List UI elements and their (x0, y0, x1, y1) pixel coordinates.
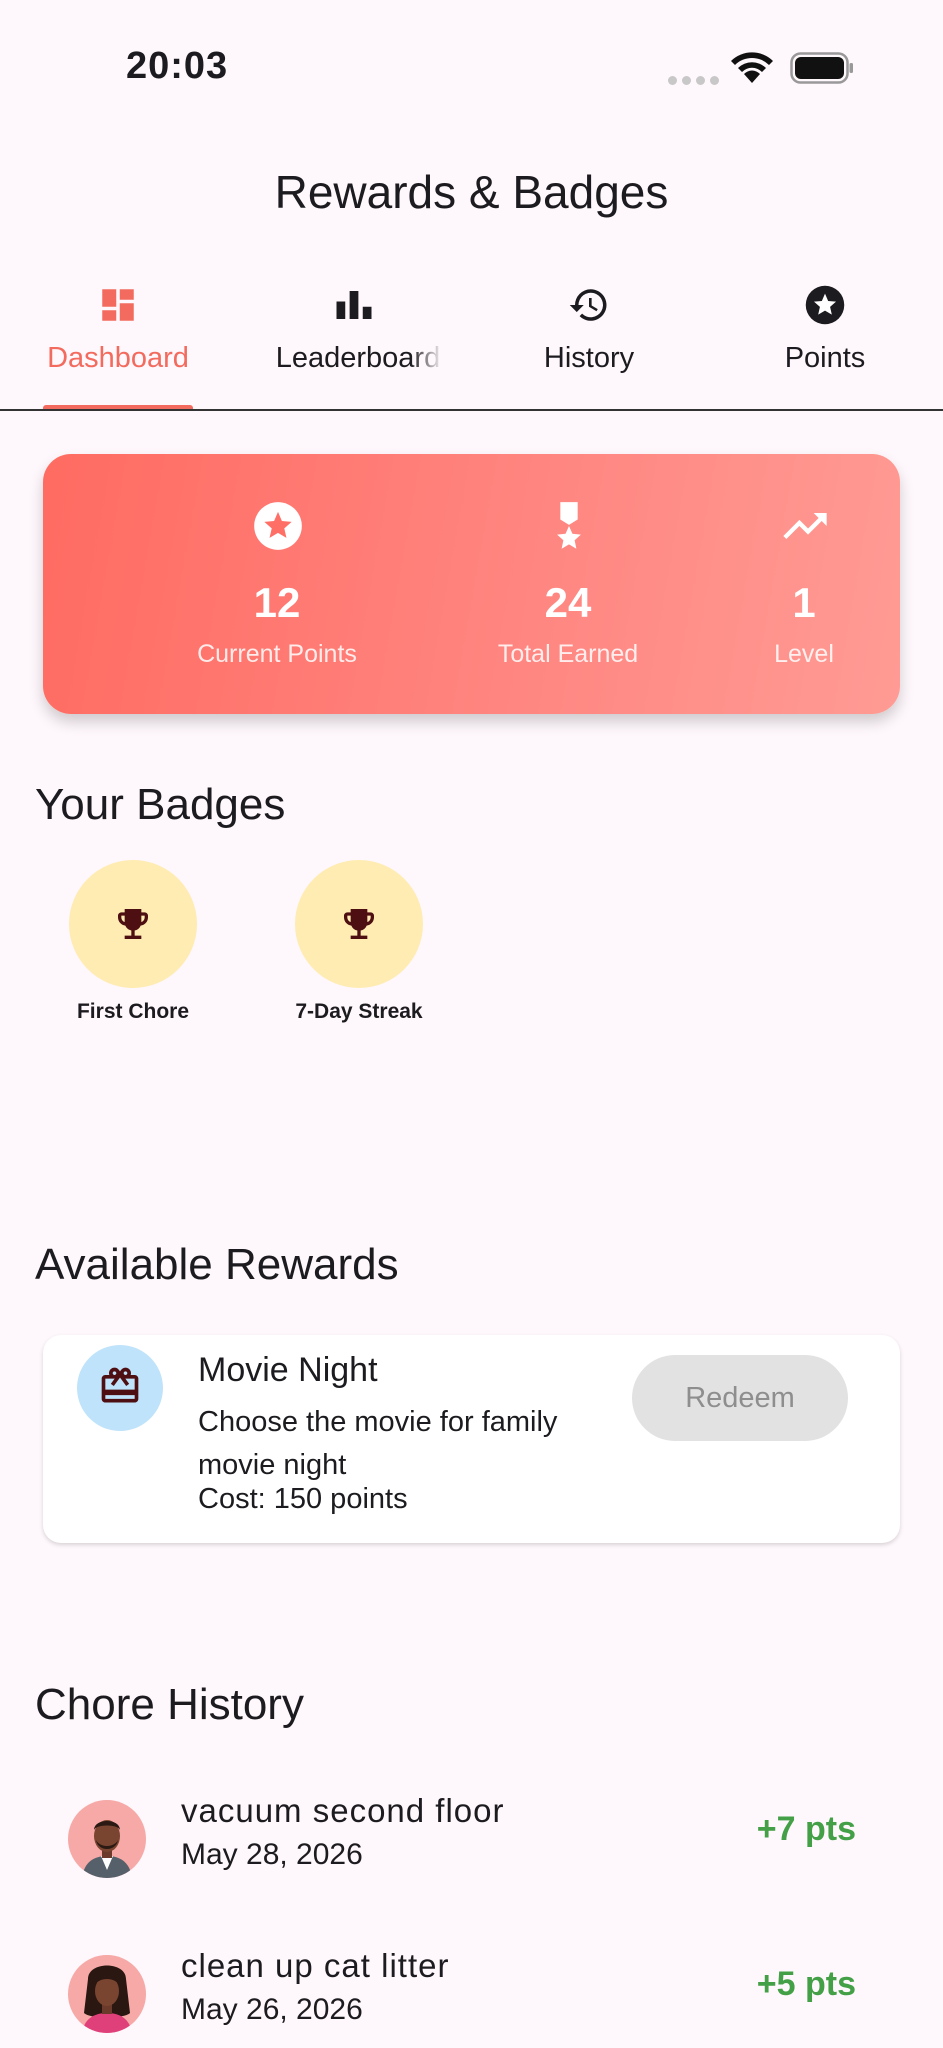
badge-label: First Chore (76, 1000, 189, 1023)
star-circle-icon (254, 502, 302, 550)
history-icon (569, 289, 607, 321)
star-circle-icon (805, 285, 845, 325)
tab-dashboard[interactable]: Dashboard (0, 272, 236, 410)
woman-avatar-illustration (82, 1965, 132, 2033)
tab-label: History (543, 342, 635, 374)
status-bar: 20:03 (0, 0, 943, 130)
man-avatar (68, 1800, 146, 1878)
chore-points: +5 pts (756, 1965, 856, 2003)
chore-date: May 26, 2026 (181, 1993, 363, 2026)
man-avatar-illustration (82, 1820, 132, 1878)
redeem-button[interactable]: Redeem (632, 1355, 848, 1441)
tab-label: Leaderboard (275, 342, 441, 374)
woman-avatar (68, 1955, 146, 2033)
rewards-screen: 20:03 Rewards & Badges Dashboard Leaderb… (0, 0, 943, 2048)
rewards-section-title: Available Rewards (35, 1240, 399, 1289)
chore-title: vacuum second floor (181, 1792, 505, 1829)
trophy-icon (344, 909, 374, 939)
stat-label: Total Earned (497, 640, 639, 668)
history-section-title: Chore History (35, 1680, 304, 1729)
tab-history[interactable]: History (471, 272, 707, 410)
chore-history-item[interactable]: vacuum second floor May 28, 2026 +7 pts (0, 1792, 943, 1910)
stat-value: 24 (544, 579, 592, 626)
badge-label: 7-Day Streak (295, 1000, 423, 1023)
cellular-dots-icon (668, 76, 719, 85)
chore-date: May 28, 2026 (181, 1838, 363, 1871)
status-time: 20:03 (126, 45, 229, 87)
reward-title: Movie Night (198, 1351, 378, 1389)
page-title: Rewards & Badges (274, 166, 669, 218)
tabs-divider (0, 409, 943, 411)
stat-level: 1 Level (684, 454, 924, 714)
reward-card: Movie Night Choose the movie for family … (43, 1335, 900, 1543)
chore-title: clean up cat litter (181, 1947, 450, 1984)
stat-value: 12 (253, 579, 301, 626)
reward-description: Choose the movie for family movie night (198, 1406, 558, 1481)
points-summary-card: 12 Current Points 24 Total Earned 1 Leve… (43, 454, 900, 714)
wifi-icon (731, 52, 773, 83)
badge-7-day-streak[interactable]: 7-Day Streak (264, 860, 454, 1024)
chore-history-item[interactable]: clean up cat litter May 26, 2026 +5 pts (0, 1947, 943, 2048)
badges-section-title: Your Badges (35, 780, 286, 829)
bar-chart-icon (336, 291, 372, 319)
trending-up-icon (783, 513, 827, 539)
tab-bar: Dashboard Leaderboard History Points (0, 272, 943, 412)
stat-label: Current Points (197, 640, 357, 668)
stat-value: 1 (792, 579, 816, 626)
badge-circle (295, 860, 423, 988)
stat-total-earned: 24 Total Earned (448, 454, 688, 714)
battery-icon (790, 52, 853, 84)
tab-label: Points (784, 342, 866, 374)
military-medal-icon (557, 502, 581, 549)
dashboard-icon (102, 289, 134, 321)
badge-circle (69, 860, 197, 988)
gift-card-icon (101, 1367, 139, 1403)
tab-label: Dashboard (47, 342, 189, 374)
reward-cost: Cost: 150 points (198, 1483, 408, 1515)
tab-leaderboard[interactable]: Leaderboard (236, 272, 472, 410)
chore-points: +7 pts (756, 1810, 856, 1848)
stat-label: Level (774, 640, 834, 668)
badge-first-chore[interactable]: First Chore (38, 860, 228, 1024)
tab-points[interactable]: Points (707, 272, 943, 410)
trophy-icon (118, 909, 148, 939)
stat-current-points: 12 Current Points (157, 454, 397, 714)
reward-icon-circle (77, 1345, 163, 1431)
